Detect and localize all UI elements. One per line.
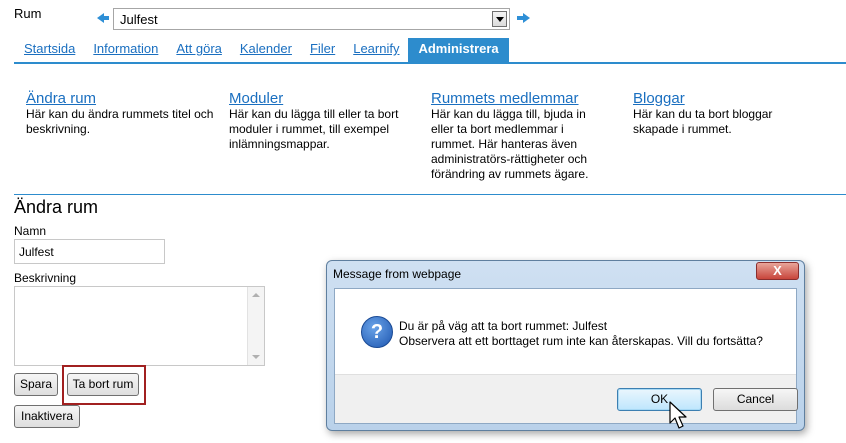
description-label: Beskrivning bbox=[14, 271, 77, 285]
admin-link-bloggar[interactable]: Bloggar bbox=[633, 90, 803, 107]
admin-link-andra-rum[interactable]: Ändra rum bbox=[26, 90, 226, 107]
description-scrollbar[interactable] bbox=[247, 287, 264, 365]
admin-desc-bloggar: Här kan du ta bort bloggar skapade i rum… bbox=[633, 107, 773, 136]
admin-section-moduler: Moduler Här kan du lägga till eller ta b… bbox=[229, 90, 419, 152]
dialog-body: ? Du är på väg att ta bort rummet: Julfe… bbox=[334, 288, 798, 424]
description-textarea[interactable] bbox=[14, 286, 265, 366]
tab-underline bbox=[14, 62, 846, 64]
name-label: Namn bbox=[14, 224, 47, 238]
admin-section-medlemmar: Rummets medlemmar Här kan du lägga till,… bbox=[431, 90, 609, 182]
arrow-left-icon-stem[interactable] bbox=[104, 16, 109, 20]
cancel-button[interactable]: Cancel bbox=[713, 388, 798, 411]
room-select[interactable]: Julfest bbox=[113, 8, 510, 30]
form-heading: Ändra rum bbox=[14, 197, 99, 217]
deactivate-button[interactable]: Inaktivera bbox=[14, 405, 80, 428]
save-button[interactable]: Spara bbox=[14, 373, 58, 396]
tab-kalender[interactable]: Kalender bbox=[231, 38, 301, 62]
section-divider bbox=[14, 194, 846, 195]
arrow-left-icon[interactable] bbox=[97, 13, 104, 23]
admin-link-medlemmar[interactable]: Rummets medlemmar bbox=[431, 90, 609, 107]
tab-filer[interactable]: Filer bbox=[301, 38, 344, 62]
ok-button[interactable]: OK bbox=[617, 388, 702, 411]
mouse-pointer-icon bbox=[669, 401, 687, 429]
name-input[interactable] bbox=[14, 239, 165, 264]
delete-room-button[interactable]: Ta bort rum bbox=[67, 373, 139, 396]
tab-startsida[interactable]: Startsida bbox=[14, 38, 84, 62]
scroll-down-icon[interactable] bbox=[252, 355, 260, 359]
tab-att-gora[interactable]: Att göra bbox=[167, 38, 231, 62]
admin-desc-medlemmar: Här kan du lägga till, bjuda in eller ta… bbox=[431, 107, 589, 181]
admin-section-andra-rum: Ändra rum Här kan du ändra rummets titel… bbox=[26, 90, 226, 137]
admin-desc-moduler: Här kan du lägga till eller ta bort modu… bbox=[229, 107, 399, 151]
admin-section-bloggar: Bloggar Här kan du ta bort bloggar skapa… bbox=[633, 90, 803, 137]
room-select-value: Julfest bbox=[120, 12, 158, 27]
confirm-dialog: Message from webpage X ? Du är på väg at… bbox=[326, 260, 805, 431]
tab-bar: Startsida Information Att göra Kalender … bbox=[14, 38, 509, 62]
dialog-message: Du är på väg att ta bort rummet: Julfest… bbox=[399, 319, 763, 349]
tab-administrera[interactable]: Administrera bbox=[408, 38, 509, 62]
admin-link-moduler[interactable]: Moduler bbox=[229, 90, 419, 107]
admin-desc-andra-rum: Här kan du ändra rummets titel och beskr… bbox=[26, 107, 214, 136]
close-icon[interactable]: X bbox=[756, 262, 799, 280]
question-icon: ? bbox=[361, 316, 393, 348]
arrow-right-icon[interactable] bbox=[523, 13, 530, 23]
dialog-message-line1: Du är på väg att ta bort rummet: Julfest bbox=[399, 319, 608, 333]
tab-information[interactable]: Information bbox=[84, 38, 167, 62]
room-label: Rum bbox=[14, 6, 42, 21]
dialog-title: Message from webpage bbox=[333, 267, 462, 281]
dialog-message-line2: Observera att ett borttaget rum inte kan… bbox=[399, 334, 763, 348]
scroll-up-icon[interactable] bbox=[252, 293, 260, 297]
tab-learnify[interactable]: Learnify bbox=[344, 38, 408, 62]
chevron-down-icon[interactable] bbox=[492, 11, 507, 27]
